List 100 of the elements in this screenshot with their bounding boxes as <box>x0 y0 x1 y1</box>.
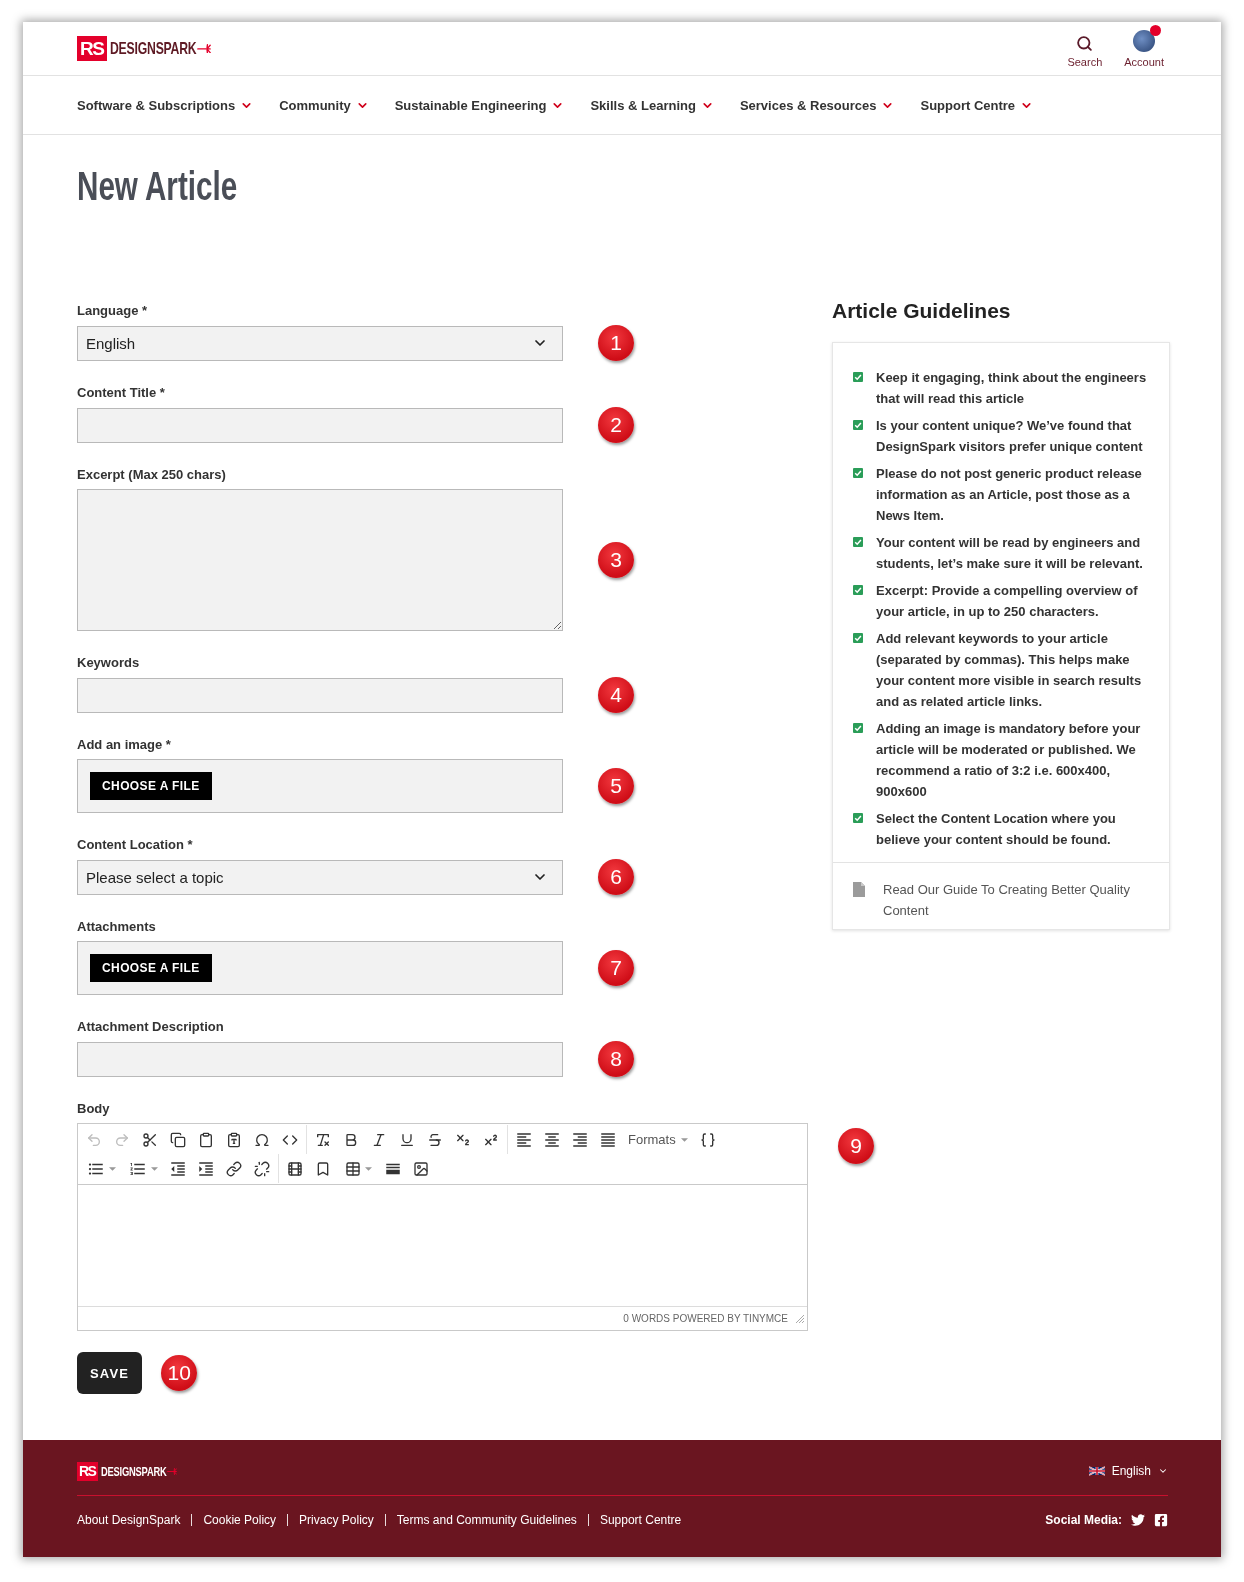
avatar-icon <box>1133 29 1156 52</box>
select-field[interactable]: English <box>77 325 563 361</box>
indent-icon <box>197 1159 215 1178</box>
align-right-icon <box>571 1130 589 1149</box>
image-icon <box>413 1160 429 1177</box>
text-input-field[interactable] <box>77 407 563 443</box>
strikethrough-icon <box>427 1131 443 1148</box>
rich-text-editor[interactable]: Formats 0 WORDS POWERED BY TINYMCE <box>77 1123 808 1331</box>
textarea-field[interactable] <box>77 489 563 631</box>
spark-icon <box>196 43 211 54</box>
unlink-icon <box>254 1160 270 1177</box>
film-icon <box>287 1160 303 1177</box>
search-icon <box>1076 34 1094 52</box>
field-label: Attachments <box>77 918 156 936</box>
field-label: Add an image * <box>77 736 171 754</box>
nav-menu-item[interactable]: Services & Resources <box>739 97 895 113</box>
table-icon <box>344 1160 361 1177</box>
link-icon <box>226 1160 242 1177</box>
italic-icon <box>371 1131 387 1148</box>
formats-dropdown[interactable]: Formats <box>622 1125 694 1154</box>
undo-icon <box>86 1131 102 1148</box>
editor-status-text: 0 WORDS POWERED BY TINYMCE <box>623 1313 788 1324</box>
guideline-text: Your content will be read by engineers and students, let’s make sure it will be relevant. <box>876 534 1144 573</box>
step-marker: 6 <box>598 859 634 895</box>
guide-link[interactable]: Read Our Guide To Creating Better Quality Content <box>883 879 1153 921</box>
step-marker: 8 <box>598 1041 634 1077</box>
caret-down-icon <box>680 1137 688 1142</box>
clipboard-text-icon <box>226 1131 242 1148</box>
footer-link[interactable]: About DesignSpark <box>77 1513 181 1527</box>
nav-menu-item[interactable]: Skills & Learning <box>590 97 714 113</box>
logo-wordmark: DESIGNSPARK <box>101 1463 168 1479</box>
language-selector[interactable]: English <box>1088 1464 1168 1478</box>
omega-icon <box>254 1131 270 1148</box>
field-label: Content Title * <box>77 384 165 402</box>
guideline-text: Adding an image is mandatory before your article will be moderated or published. We recommend a ratio of 3:2 i.e. 600x400, 900x600 <box>876 720 1142 801</box>
footer-link[interactable]: Terms and Community Guidelines <box>396 1513 577 1527</box>
copy-icon <box>170 1131 186 1148</box>
logo-badge: RS <box>77 1461 99 1481</box>
choose-file-button[interactable]: CHOOSE A FILE <box>90 954 212 982</box>
guideline-text: Excerpt: Provide a compelling overview of your article, in up to 250 characters. <box>876 582 1139 621</box>
logo-badge: RS <box>77 36 108 61</box>
clear-formatting-icon <box>315 1131 331 1148</box>
facebook-icon[interactable] <box>1154 1513 1168 1527</box>
redo-icon <box>114 1131 130 1148</box>
field-label: Content Location * <box>77 836 193 854</box>
caret-down-icon <box>108 1166 116 1171</box>
choose-file-button[interactable]: CHOOSE A FILE <box>90 772 212 800</box>
guidelines-heading: Article Guidelines <box>832 298 1011 324</box>
page-title: New Article <box>77 165 238 207</box>
text-input-field[interactable] <box>77 677 563 713</box>
bookmark-icon <box>315 1160 331 1177</box>
text-input-field[interactable] <box>77 1041 563 1077</box>
footer-link[interactable]: Privacy Policy <box>299 1513 374 1527</box>
braces-icon <box>699 1131 716 1148</box>
step-marker: 7 <box>598 950 634 986</box>
guideline-text: Select the Content Location where you believe your content should be found. <box>876 810 1117 849</box>
step-marker: 4 <box>598 677 634 713</box>
nav-menu-item[interactable]: Software & Subscriptions <box>77 97 254 113</box>
save-button[interactable]: SAVE <box>77 1352 143 1394</box>
field-label: Excerpt (Max 250 chars) <box>77 466 226 484</box>
select-field[interactable]: Please select a topic <box>77 859 563 895</box>
field-label: Attachment Description <box>77 1018 224 1036</box>
caret-down-icon <box>150 1166 158 1171</box>
document-icon <box>853 882 865 897</box>
twitter-bird-icon[interactable] <box>1131 1513 1145 1527</box>
account-button[interactable]: Account <box>1124 29 1164 68</box>
clipboard-icon <box>198 1131 214 1148</box>
guideline-text: Is your content unique? We’ve found that DesignSpark visitors prefer unique content <box>876 417 1144 456</box>
scissors-icon <box>142 1131 158 1148</box>
step-marker: 10 <box>161 1355 198 1391</box>
spark-icon <box>166 1467 177 1475</box>
file-upload-field[interactable]: CHOOSE A FILE <box>77 759 563 813</box>
social-media-label: Social Media: <box>1045 1513 1122 1527</box>
resize-grip-icon <box>796 1314 804 1323</box>
align-left-icon <box>515 1130 533 1149</box>
field-label: Keywords <box>77 654 140 672</box>
step-marker: 3 <box>598 542 634 578</box>
align-center-icon <box>543 1130 561 1149</box>
guideline-text: Add relevant keywords to your article (separated by commas). This helps make your content more visible in search results and as related article links. <box>876 630 1143 711</box>
step-marker: 2 <box>598 407 634 443</box>
footer-link[interactable]: Cookie Policy <box>203 1513 277 1527</box>
step-marker: 1 <box>598 325 634 361</box>
step-marker: 5 <box>598 768 634 804</box>
file-upload-field[interactable]: CHOOSE A FILE <box>77 941 563 995</box>
logo-wordmark: DESIGNSPARK <box>110 38 197 59</box>
field-label: Body <box>77 1100 110 1118</box>
justify-icon <box>599 1130 617 1149</box>
step-marker: 9 <box>838 1128 874 1164</box>
outdent-icon <box>169 1159 187 1178</box>
flag-icon <box>1088 1466 1105 1476</box>
nav-menu-item[interactable]: Community <box>279 97 369 113</box>
nav-menu-item[interactable]: Sustainable Engineering <box>394 97 565 113</box>
footer-link[interactable]: Support Centre <box>599 1513 682 1527</box>
chevron-down-icon <box>1158 1466 1168 1476</box>
nav-menu-item[interactable]: Support Centre <box>920 97 1034 113</box>
caret-down-icon <box>364 1166 372 1171</box>
guideline-text: Keep it engaging, think about the engineers that will read this article <box>876 369 1148 408</box>
guideline-text: Please do not post generic product release information as an Article, post those as a News Item. <box>876 465 1143 525</box>
search-button[interactable]: Search <box>1067 34 1103 68</box>
underline-icon <box>399 1131 415 1148</box>
